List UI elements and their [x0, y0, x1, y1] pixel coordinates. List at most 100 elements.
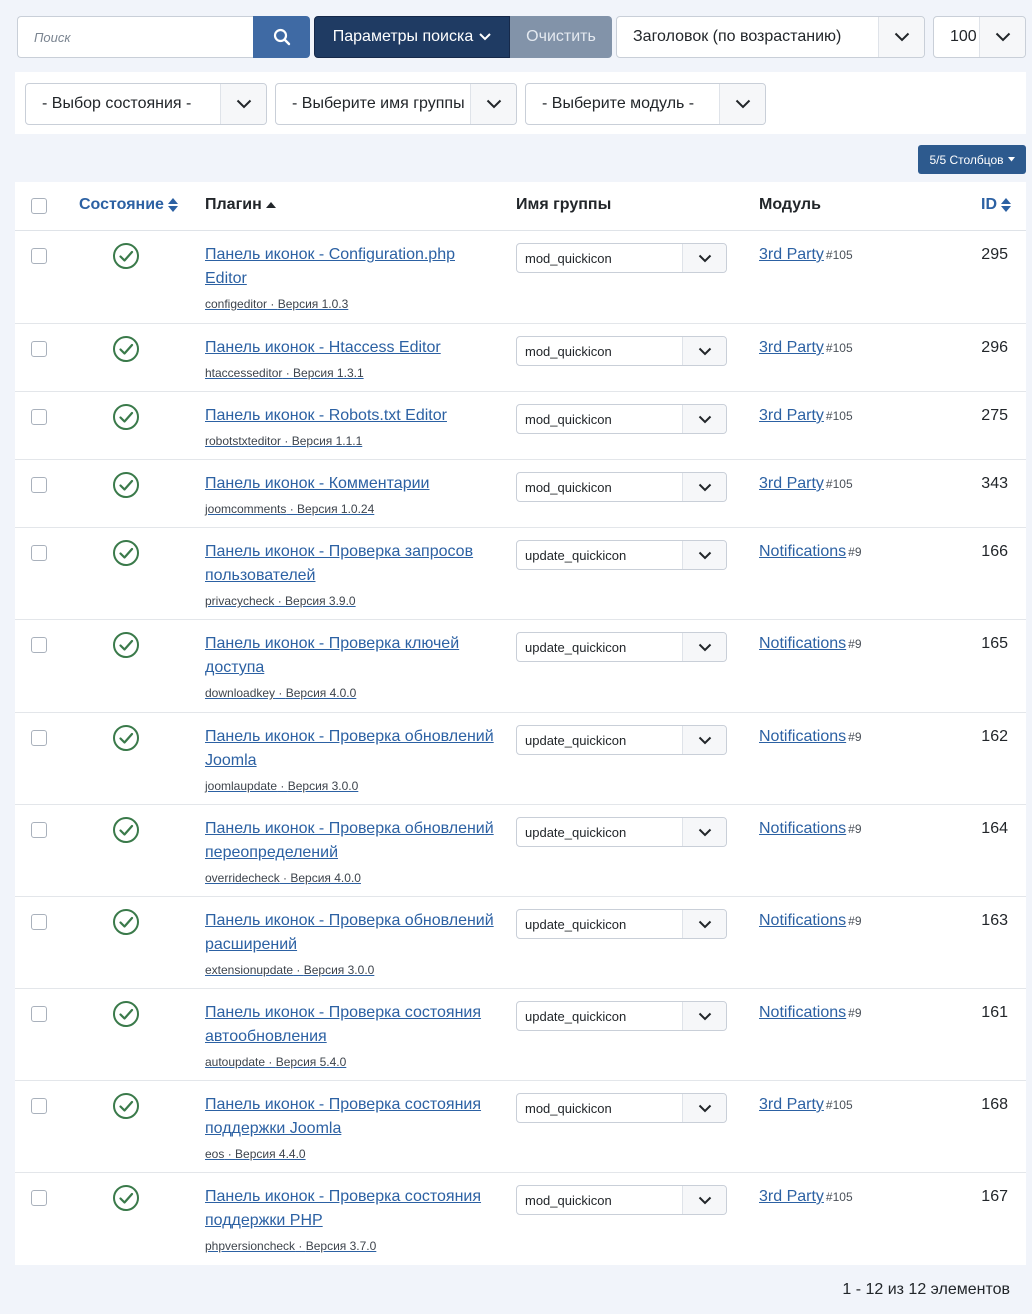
list-limit-select[interactable]: 100 [933, 16, 1026, 58]
module-link[interactable]: Notifications [759, 635, 846, 652]
row-checkbox[interactable] [31, 1098, 47, 1114]
plugin-id: 295 [981, 246, 1008, 263]
row-checkbox[interactable] [31, 730, 47, 746]
group-select[interactable]: update_quickicon [516, 909, 727, 939]
search-input[interactable]: Поиск [17, 16, 253, 58]
clear-button[interactable]: Очистить [510, 16, 612, 58]
enabled-check-icon[interactable] [112, 724, 140, 752]
enabled-check-icon[interactable] [112, 335, 140, 363]
group-select[interactable]: update_quickicon [516, 540, 727, 570]
module-link[interactable]: 3rd Party [759, 246, 824, 263]
plugin-title-link[interactable]: Панель иконок - Проверка обновлений Joom… [205, 728, 494, 769]
plugin-element: robotstxteditor [205, 434, 282, 448]
select-all-checkbox[interactable] [31, 198, 47, 214]
group-select-value: mod_quickicon [525, 343, 612, 359]
module-link[interactable]: Notifications [759, 820, 846, 837]
module-link[interactable]: Notifications [759, 728, 846, 745]
table-row: Панель иконок - Htaccess Editor htaccesse… [15, 324, 1026, 392]
enabled-check-icon[interactable] [112, 816, 140, 844]
plugin-title-link[interactable]: Панель иконок - Проверка состояния подде… [205, 1096, 481, 1137]
group-select[interactable]: update_quickicon [516, 817, 727, 847]
plugin-element: htaccesseditor [205, 366, 283, 380]
module-link[interactable]: Notifications [759, 912, 846, 929]
plugin-title-link[interactable]: Панель иконок - Проверка обновлений расш… [205, 912, 494, 953]
plugin-meta: robotstxteditor · Версия 1.1.1 [205, 434, 363, 448]
sort-icon [167, 198, 178, 212]
group-select[interactable]: mod_quickicon [516, 404, 727, 434]
state-filter-select[interactable]: - Выбор состояния - [25, 83, 267, 125]
enabled-check-icon[interactable] [112, 908, 140, 936]
plugin-title-link[interactable]: Панель иконок - Htaccess Editor [205, 339, 441, 356]
row-checkbox[interactable] [31, 637, 47, 653]
row-checkbox[interactable] [31, 341, 47, 357]
plugin-column-header[interactable]: Плагин [205, 196, 276, 214]
plugin-title-link[interactable]: Панель иконок - Проверка состояния автоо… [205, 1004, 481, 1045]
row-checkbox[interactable] [31, 822, 47, 838]
plugin-title-link[interactable]: Панель иконок - Проверка состояния подде… [205, 1188, 481, 1229]
group-select[interactable]: update_quickicon [516, 725, 727, 755]
row-checkbox[interactable] [31, 1190, 47, 1206]
chevron-down-icon [979, 17, 1025, 57]
module-id: #9 [848, 730, 862, 744]
group-select[interactable]: mod_quickicon [516, 1185, 727, 1215]
row-checkbox[interactable] [31, 1006, 47, 1022]
module-link[interactable]: Notifications [759, 543, 846, 560]
chevron-down-icon [682, 1094, 726, 1122]
table-row: Панель иконок - Configuration.php Editor… [15, 231, 1026, 324]
module-link[interactable]: 3rd Party [759, 339, 824, 356]
enabled-check-icon[interactable] [112, 1000, 140, 1028]
group-select[interactable]: update_quickicon [516, 632, 727, 662]
group-select[interactable]: mod_quickicon [516, 243, 727, 273]
row-checkbox[interactable] [31, 914, 47, 930]
enabled-check-icon[interactable] [112, 471, 140, 499]
search-button[interactable] [253, 16, 310, 58]
group-select-value: update_quickicon [525, 547, 627, 563]
pagination-info: 1 - 12 из 12 элементов [842, 1281, 1010, 1298]
group-select[interactable]: mod_quickicon [516, 336, 727, 366]
group-select[interactable]: mod_quickicon [516, 1093, 727, 1123]
search-options-label: Параметры поиска [332, 28, 474, 45]
row-checkbox[interactable] [31, 477, 47, 493]
enabled-check-icon[interactable] [112, 1092, 140, 1120]
enabled-check-icon[interactable] [112, 242, 140, 270]
enabled-check-icon[interactable] [112, 403, 140, 431]
id-column-header[interactable]: ID [981, 196, 1011, 214]
row-checkbox[interactable] [31, 409, 47, 425]
group-filter-select[interactable]: - Выберите имя группы [275, 83, 517, 125]
chevron-down-icon [682, 633, 726, 661]
row-checkbox[interactable] [31, 248, 47, 264]
module-link[interactable]: 3rd Party [759, 475, 824, 492]
plugin-title-link[interactable]: Панель иконок - Проверка обновлений пере… [205, 820, 494, 861]
chevron-down-icon [682, 1002, 726, 1030]
sort-select[interactable]: Заголовок (по возрастанию) [616, 16, 925, 58]
plugin-title-link[interactable]: Панель иконок - Проверка ключей доступа [205, 635, 459, 676]
module-link[interactable]: 3rd Party [759, 1188, 824, 1205]
module-link[interactable]: 3rd Party [759, 407, 824, 424]
state-column-label: Состояние [79, 196, 164, 213]
state-column-header[interactable]: Состояние [79, 196, 178, 214]
plugin-version: Версия 4.0.0 [285, 686, 357, 700]
plugin-title-link[interactable]: Панель иконок - Проверка запросов пользо… [205, 543, 473, 584]
plugin-meta: joomlaupdate · Версия 3.0.0 [205, 779, 359, 793]
group-select[interactable]: mod_quickicon [516, 472, 727, 502]
row-checkbox[interactable] [31, 545, 47, 561]
enabled-check-icon[interactable] [112, 539, 140, 567]
plugin-title-link[interactable]: Панель иконок - Комментарии [205, 475, 429, 492]
module-link[interactable]: Notifications [759, 1004, 846, 1021]
enabled-check-icon[interactable] [112, 1184, 140, 1212]
columns-toggle-button[interactable]: 5/5 Столбцов [918, 145, 1026, 174]
chevron-down-icon [682, 910, 726, 938]
plugin-title-link[interactable]: Панель иконок - Configuration.php Editor [205, 246, 455, 287]
search-options-button[interactable]: Параметры поиска [314, 16, 510, 58]
module-filter-select[interactable]: - Выберите модуль - [525, 83, 766, 125]
module-cell: Notifications #9 [759, 817, 862, 841]
enabled-check-icon[interactable] [112, 631, 140, 659]
plugin-version: Версия 4.4.0 [235, 1147, 306, 1161]
chevron-down-icon [470, 84, 516, 124]
table-row: Панель иконок - Проверка состояния подде… [15, 1081, 1026, 1173]
plugin-version: Версия 3.0.0 [303, 963, 375, 977]
module-link[interactable]: 3rd Party [759, 1096, 824, 1113]
group-select[interactable]: update_quickicon [516, 1001, 727, 1031]
plugin-title-link[interactable]: Панель иконок - Robots.txt Editor [205, 407, 447, 424]
plugin-id: 163 [981, 912, 1008, 929]
